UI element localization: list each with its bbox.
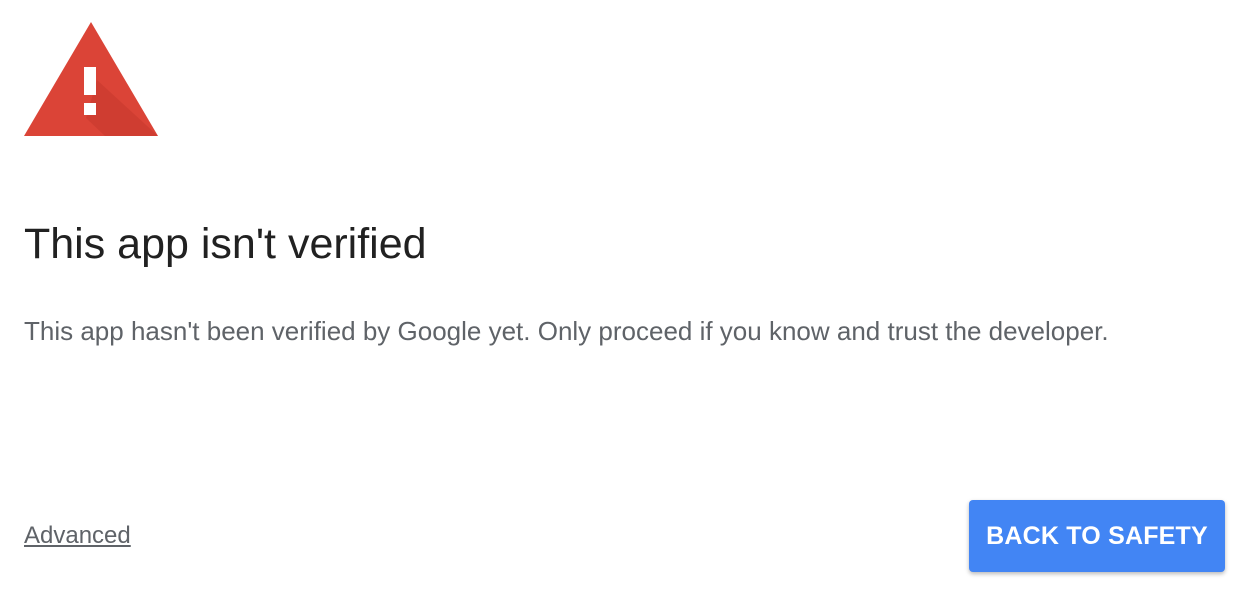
advanced-link[interactable]: Advanced (24, 519, 131, 553)
back-to-safety-button[interactable]: BACK TO SAFETY (969, 500, 1225, 572)
warning-message: This app hasn't been verified by Google … (24, 316, 1109, 346)
warning-triangle-icon (24, 22, 158, 136)
page-title: This app isn't verified (24, 220, 427, 268)
